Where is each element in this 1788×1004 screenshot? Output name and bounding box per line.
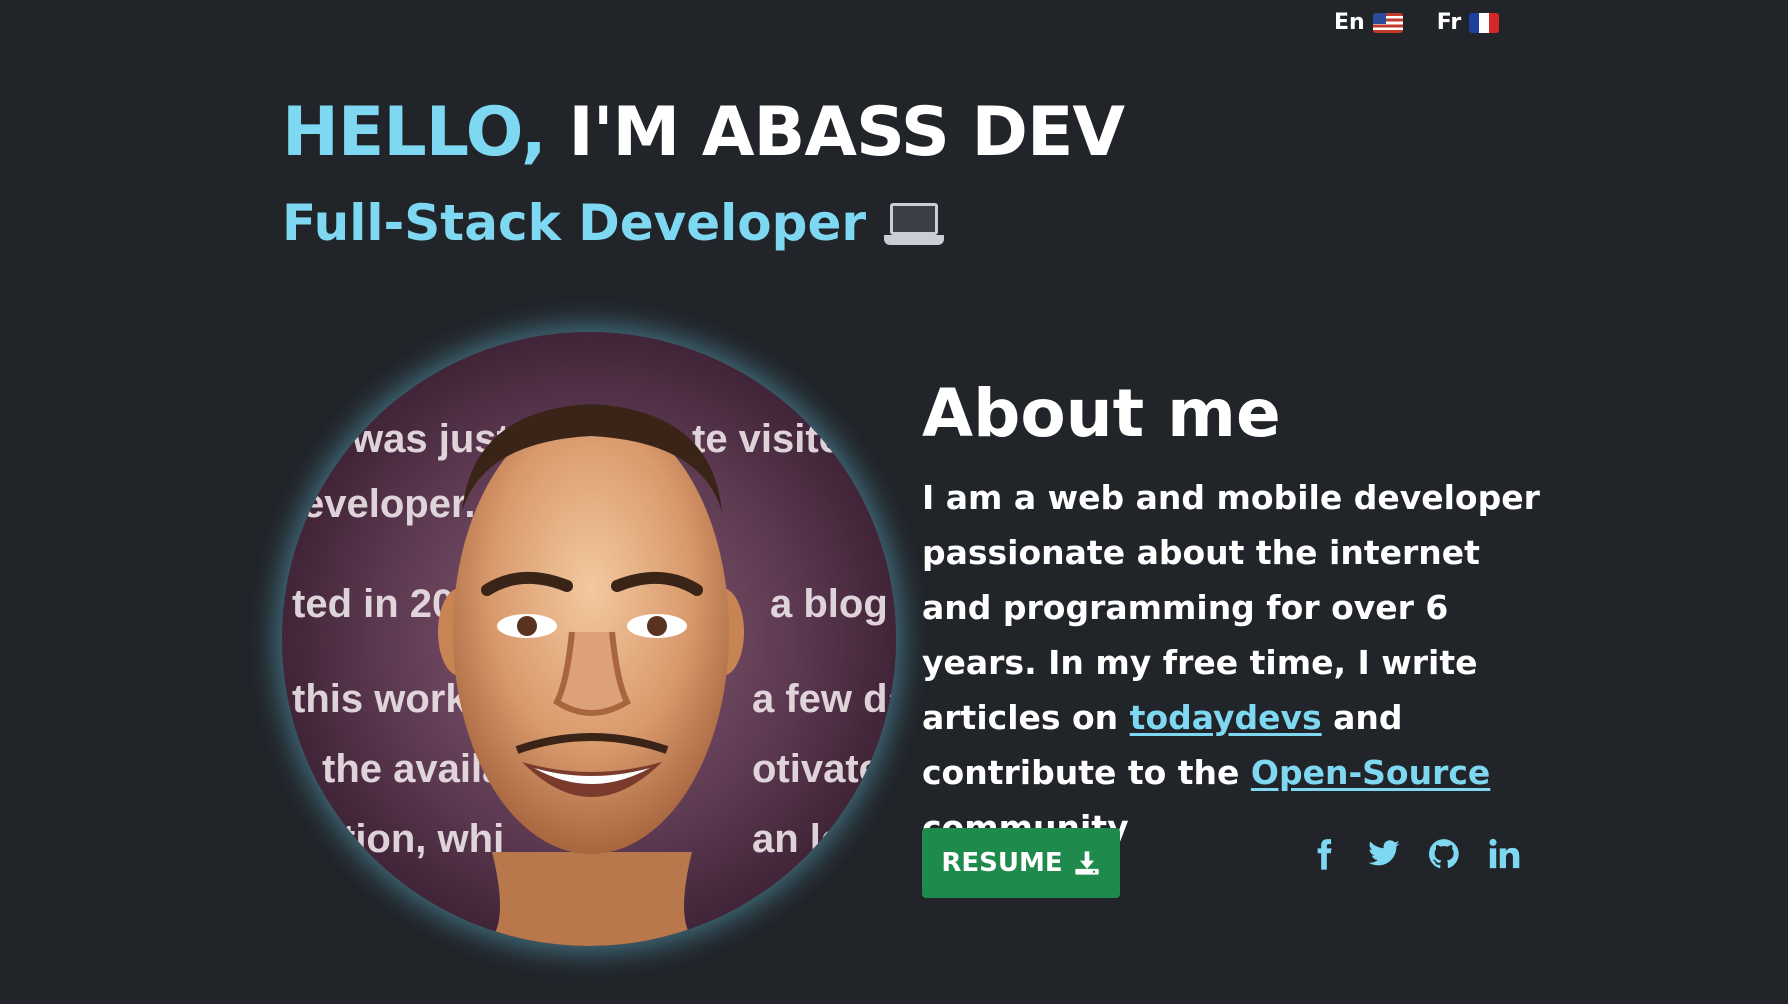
avatar-bg-text: tion, whi <box>342 817 504 861</box>
avatar: was just a si te visitor. eveloper. ted … <box>282 332 896 946</box>
about-text: I am a web and mobile developer passiona… <box>922 470 1542 855</box>
lang-fr-button[interactable]: Fr <box>1436 10 1500 35</box>
linkedin-icon <box>1489 838 1520 869</box>
hero-title: HELLO, I'M ABASS DEV <box>282 93 1125 172</box>
resume-button[interactable]: RESUME <box>922 828 1120 898</box>
resume-label: RESUME <box>941 848 1063 878</box>
lang-en-button[interactable]: En <box>1334 10 1403 35</box>
page: En Fr HELLO, I'M ABASS DEV Full-Stack De… <box>0 0 1788 1004</box>
github-icon <box>1428 839 1459 869</box>
github-link[interactable] <box>1426 834 1462 874</box>
avatar-bg-text: a few day <box>752 677 896 721</box>
hero-greeting: HELLO, <box>282 93 547 172</box>
language-switch: En Fr <box>1334 10 1500 35</box>
hero-role: Full-Stack Developer <box>282 194 867 252</box>
todaydevs-link[interactable]: todaydevs <box>1130 698 1322 737</box>
avatar-illustration: was just a si te visitor. eveloper. ted … <box>282 332 896 946</box>
twitter-link[interactable] <box>1366 834 1402 874</box>
social-links <box>1306 834 1522 874</box>
download-icon <box>1073 849 1101 877</box>
hero-name: I'M ABASS DEV <box>545 93 1125 172</box>
avatar-bg-text: eveloper. <box>302 482 475 526</box>
laptop-icon <box>884 201 945 247</box>
facebook-link[interactable] <box>1306 834 1342 874</box>
hero-subtitle: Full-Stack Developer <box>282 194 945 252</box>
avatar-bg-text: otivated <box>752 747 896 791</box>
about-heading: About me <box>922 375 1281 452</box>
open-source-link[interactable]: Open-Source <box>1251 753 1490 792</box>
lang-en-label: En <box>1334 10 1365 35</box>
avatar-bg-text: te visitor. <box>692 417 868 461</box>
avatar-bg-text: a blog o <box>770 582 896 626</box>
twitter-icon <box>1368 840 1400 866</box>
linkedin-link[interactable] <box>1486 834 1522 874</box>
facebook-icon <box>1317 839 1332 870</box>
lang-fr-label: Fr <box>1436 10 1462 35</box>
avatar-bg-text: an lear <box>752 817 881 861</box>
fr-flag-icon <box>1469 12 1500 33</box>
us-flag-icon <box>1372 12 1403 33</box>
